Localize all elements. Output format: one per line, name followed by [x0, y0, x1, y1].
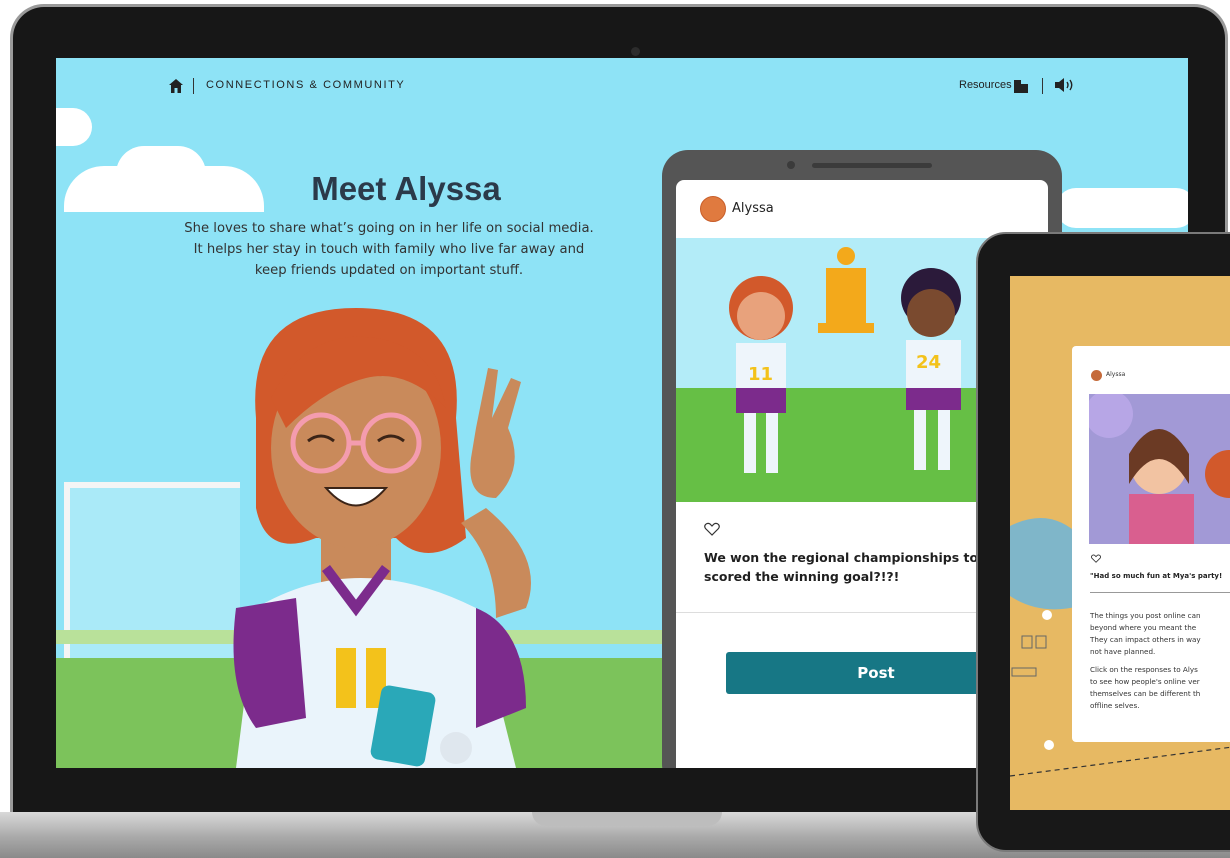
breadcrumb: CONNECTIONS & COMMUNITY	[206, 79, 406, 91]
text-line: They can impact others in way	[1090, 635, 1201, 644]
laptop-camera	[631, 47, 640, 56]
separator	[193, 78, 194, 94]
info-card: Alyssa "Had so much fun at Mya's party! …	[1072, 346, 1230, 742]
post-caption: "Had so much fun at Mya's party!	[1090, 572, 1223, 580]
post-author: Alyssa	[732, 201, 774, 216]
text-line: themselves can be different th	[1090, 689, 1201, 698]
phone-camera	[787, 161, 795, 169]
text-line: to see how people's online ver	[1090, 677, 1200, 686]
separator	[1042, 78, 1043, 94]
cloud	[116, 146, 206, 202]
text-line: offline selves.	[1090, 701, 1140, 710]
sound-icon[interactable]	[1054, 77, 1076, 93]
resources-link[interactable]: Resources	[959, 79, 1012, 91]
alyssa-illustration	[233, 308, 531, 768]
text-line: beyond where you meant the	[1090, 623, 1197, 632]
text-line: The things you post online can	[1090, 611, 1201, 620]
heart-icon[interactable]	[1091, 554, 1101, 563]
avatar	[700, 196, 726, 222]
party-illustration	[1089, 394, 1230, 544]
intro-text: She loves to share what’s going on in he…	[184, 221, 594, 278]
cloud	[1056, 188, 1188, 228]
post-author: Alyssa	[1106, 371, 1126, 378]
resources-icon[interactable]	[1014, 77, 1028, 93]
tablet-screen: Alyssa "Had so much fun at Mya's party! …	[1010, 276, 1230, 810]
tablet-device: Alyssa "Had so much fun at Mya's party! …	[976, 232, 1230, 852]
hotspot-pin[interactable]	[1042, 610, 1052, 620]
jersey-number: 24	[916, 352, 941, 373]
laptop-notch	[532, 812, 722, 826]
page-title: Meet Alyssa	[311, 170, 501, 207]
text-line: Click on the responses to Alys	[1090, 665, 1198, 674]
home-icon[interactable]	[168, 78, 184, 94]
divider	[1090, 592, 1230, 593]
party-photo	[1089, 394, 1230, 544]
info-paragraph: Click on the responses to Alys to see ho…	[1090, 664, 1230, 712]
info-text: The things you post online can beyond wh…	[1090, 610, 1230, 718]
info-paragraph: The things you post online can beyond wh…	[1090, 610, 1230, 658]
heart-icon[interactable]	[704, 522, 720, 536]
hotspot-pin[interactable]	[1044, 740, 1054, 750]
jersey-number: 11	[748, 364, 773, 385]
text-line: not have planned.	[1090, 647, 1156, 656]
top-bar: CONNECTIONS & COMMUNITY Resources	[56, 58, 1188, 114]
phone-speaker	[812, 163, 932, 168]
avatar	[1091, 370, 1102, 381]
